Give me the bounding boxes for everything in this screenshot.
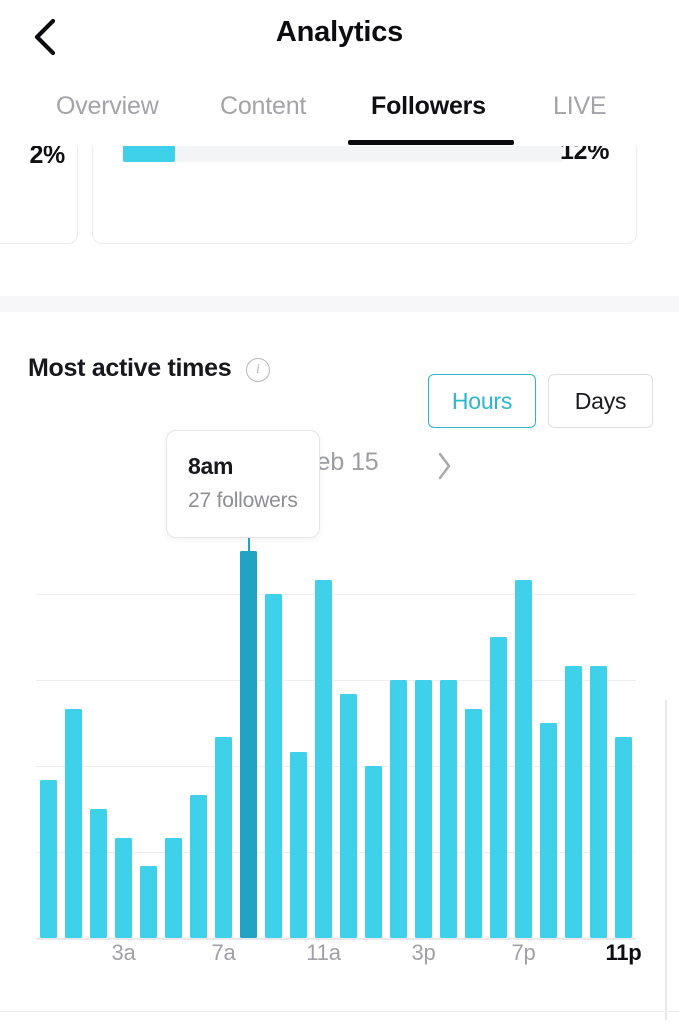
x-axis-tick-label: 11a xyxy=(294,940,354,966)
tab-content[interactable]: Content xyxy=(220,92,306,140)
page-title: Analytics xyxy=(0,16,679,49)
chart-bar[interactable] xyxy=(315,580,332,938)
active-tab-underline xyxy=(348,140,514,145)
info-circle-icon[interactable]: i xyxy=(246,358,270,382)
x-axis-tick-label: 7a xyxy=(194,940,254,966)
tab-followers[interactable]: Followers xyxy=(371,92,486,140)
chart-bar[interactable] xyxy=(40,780,57,938)
chart-bar[interactable] xyxy=(440,680,457,938)
chart-bar[interactable] xyxy=(90,809,107,938)
tooltip-time: 8am xyxy=(188,453,233,480)
date-next-button[interactable] xyxy=(420,442,468,494)
chart-bar[interactable] xyxy=(615,737,632,938)
chart-bar[interactable] xyxy=(215,737,232,938)
chart-bar[interactable] xyxy=(240,551,257,938)
x-axis-tick-label: 3a xyxy=(94,940,154,966)
top-app-bar: Analytics Overview Content Followers LIV… xyxy=(0,0,679,146)
most-active-times-header: Most active times i Hours Days xyxy=(0,340,679,410)
date-navigator: Feb 15 xyxy=(0,442,679,500)
chart-bar[interactable] xyxy=(565,666,582,938)
chart-bar[interactable] xyxy=(415,680,432,938)
segment-hours[interactable]: Hours xyxy=(428,374,536,428)
chart-bar[interactable] xyxy=(140,866,157,938)
chart-bar[interactable] xyxy=(465,709,482,938)
chart-bar[interactable] xyxy=(365,766,382,938)
chart-bar[interactable] xyxy=(490,637,507,938)
most-active-times-section: Most active times i Hours Days Feb 15 xyxy=(0,312,679,1012)
section-divider xyxy=(0,296,679,312)
x-axis-tick-label: 3p xyxy=(394,940,454,966)
section-title: Most active times xyxy=(28,354,231,383)
tooltip-value: 27 followers xyxy=(188,489,298,513)
chart-tooltip: 8am 27 followers xyxy=(166,430,320,538)
panel-right-edge xyxy=(665,700,667,1020)
chart-bar[interactable] xyxy=(390,680,407,938)
chart-bar[interactable] xyxy=(265,594,282,938)
chart-bar[interactable] xyxy=(540,723,557,938)
tab-bar: Overview Content Followers LIVE xyxy=(0,92,679,146)
chart-bar[interactable] xyxy=(190,795,207,938)
x-axis-tick-label: 11p xyxy=(594,940,654,966)
chart-bar[interactable] xyxy=(340,694,357,938)
chart-bar[interactable] xyxy=(65,709,82,938)
progress-track xyxy=(123,145,563,162)
chart-bar[interactable] xyxy=(290,752,307,938)
tab-overview[interactable]: Overview xyxy=(56,92,159,140)
segment-days[interactable]: Days xyxy=(548,374,653,428)
tab-live[interactable]: LIVE xyxy=(553,92,606,140)
bottom-rule xyxy=(0,1011,679,1012)
progress-fill xyxy=(123,145,175,162)
chart-bars[interactable] xyxy=(36,508,636,938)
chart-bar[interactable] xyxy=(590,666,607,938)
chevron-right-icon xyxy=(435,451,453,486)
chart-bar[interactable] xyxy=(165,838,182,938)
chart-bar[interactable] xyxy=(515,580,532,938)
chart-x-axis-labels: 3a 7a 11a 3p 7p 11p xyxy=(0,940,679,980)
chart-bar[interactable] xyxy=(115,838,132,938)
active-times-bar-chart: 8am 27 followers 3a7a11a3p7p11p xyxy=(0,508,679,978)
analytics-screen: 2% 12% Analytics Overview Content Follow… xyxy=(0,0,679,1024)
x-axis-tick-label: 7p xyxy=(494,940,554,966)
